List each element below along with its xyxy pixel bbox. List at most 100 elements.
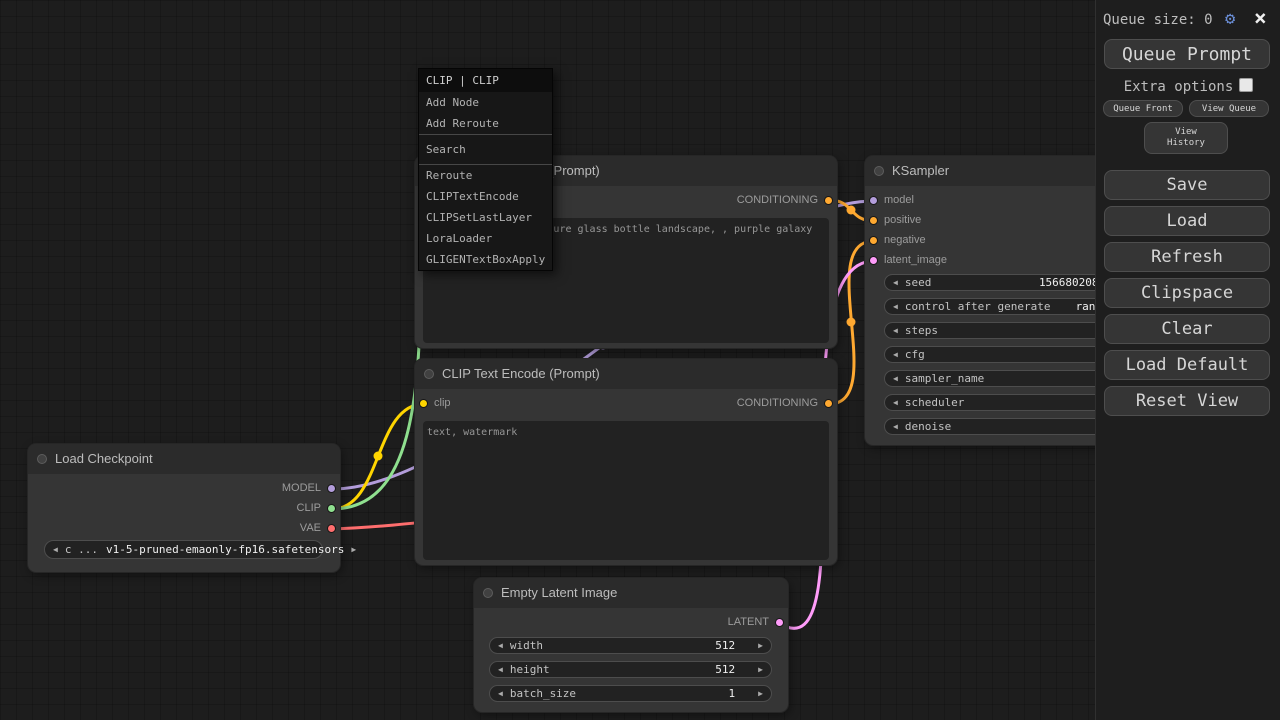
menu-item-add-node[interactable]: Add Node <box>419 92 552 113</box>
model-output-label: MODEL <box>282 481 321 495</box>
latent-output-label: LATENT <box>728 615 769 629</box>
decrement-arrow-icon[interactable] <box>498 661 503 678</box>
reset-view-button[interactable]: Reset View <box>1104 386 1270 416</box>
sampler-name-widget[interactable]: sampler_name <box>884 370 1126 387</box>
decrement-arrow-icon[interactable] <box>893 346 898 363</box>
menu-item-search[interactable]: Search <box>419 134 552 165</box>
latent-image-input-port[interactable] <box>869 256 878 265</box>
node-title-bar[interactable]: Empty Latent Image <box>474 578 788 608</box>
view-history-button[interactable]: View History <box>1144 122 1228 154</box>
negative-link-midpoint-dot[interactable] <box>847 318 856 327</box>
node-status-dot <box>483 588 493 598</box>
menu-item-loraloader[interactable]: LoraLoader <box>419 228 552 249</box>
widget-label: sampler_name <box>905 372 984 385</box>
widget-label: seed <box>905 276 932 289</box>
clip-input-port[interactable] <box>419 399 428 408</box>
queue-size-label: Queue size: 0 <box>1103 12 1213 28</box>
menu-item-add-reroute[interactable]: Add Reroute <box>419 113 552 134</box>
link-release-context-menu: CLIP | CLIP Add Node Add Reroute Search … <box>418 68 553 271</box>
clip-output-label: CLIP <box>297 501 321 515</box>
view-queue-button[interactable]: View Queue <box>1189 100 1269 117</box>
queue-front-button[interactable]: Queue Front <box>1103 100 1183 117</box>
menu-item-cliptextencode[interactable]: CLIPTextEncode <box>419 186 552 207</box>
clip-link-midpoint-dot[interactable] <box>374 452 383 461</box>
decrement-arrow-icon[interactable] <box>893 370 898 387</box>
menu-item-reroute[interactable]: Reroute <box>419 165 552 186</box>
widget-value[interactable]: 1 <box>729 687 736 700</box>
height-widget[interactable]: height 512 <box>489 661 772 678</box>
widget-label: control after generate <box>905 300 1051 313</box>
decrement-arrow-icon[interactable] <box>893 322 898 339</box>
node-empty-latent-image[interactable]: Empty Latent Image LATENT width 512 heig… <box>474 578 788 712</box>
negative-input-port[interactable] <box>869 236 878 245</box>
widget-value[interactable]: 512 <box>715 639 735 652</box>
menu-item-gligentextboxapply[interactable]: GLIGENTextBoxApply <box>419 249 552 270</box>
conditioning-output-label: CONDITIONING <box>737 193 818 207</box>
previous-option-arrow-icon[interactable] <box>53 541 58 558</box>
denoise-widget[interactable]: denoise <box>884 418 1126 435</box>
graph-canvas[interactable]: CLIP Text Encode (Prompt) clip CONDITION… <box>0 0 1280 720</box>
node-title: Empty Latent Image <box>501 585 617 600</box>
widget-value[interactable]: 512 <box>715 663 735 676</box>
conditioning-output-label: CONDITIONING <box>737 396 818 410</box>
queue-prompt-button[interactable]: Queue Prompt <box>1104 39 1270 69</box>
widget-label: scheduler <box>905 396 965 409</box>
decrement-arrow-icon[interactable] <box>498 637 503 654</box>
steps-widget[interactable]: steps <box>884 322 1126 339</box>
clip-output-port[interactable] <box>327 504 336 513</box>
batch-size-widget[interactable]: batch_size 1 <box>489 685 772 702</box>
node-title-bar[interactable]: Load Checkpoint <box>28 444 340 474</box>
ckpt-name-widget[interactable]: c ... v1-5-pruned-emaonly-fp16.safetenso… <box>44 540 323 559</box>
node-body: clip CONDITIONING text, watermark <box>415 389 837 565</box>
comfy-menu-panel: Queue size: 0 ⚙ × Queue Prompt Extra opt… <box>1095 0 1280 720</box>
widget-label: width <box>510 639 543 652</box>
decrement-arrow-icon[interactable] <box>498 685 503 702</box>
node-clip-text-encode-negative[interactable]: CLIP Text Encode (Prompt) clip CONDITION… <box>415 359 837 565</box>
model-input-label: model <box>884 193 914 207</box>
conditioning-output-port[interactable] <box>824 399 833 408</box>
scheduler-widget[interactable]: scheduler <box>884 394 1126 411</box>
node-body: MODEL CLIP VAE c ... v1-5-pruned-emaonly… <box>28 474 340 572</box>
node-status-dot <box>874 166 884 176</box>
model-output-port[interactable] <box>327 484 336 493</box>
clear-button[interactable]: Clear <box>1104 314 1270 344</box>
widget-label: batch_size <box>510 687 576 700</box>
menu-item-clipsetlastlayer[interactable]: CLIPSetLastLayer <box>419 207 552 228</box>
widget-value[interactable]: v1-5-pruned-emaonly-fp16.safetensors <box>106 543 344 556</box>
refresh-button[interactable]: Refresh <box>1104 242 1270 272</box>
conditioning-output-port[interactable] <box>824 196 833 205</box>
decrement-arrow-icon[interactable] <box>893 298 898 315</box>
settings-gear-icon[interactable]: ⚙ <box>1225 9 1235 29</box>
increment-arrow-icon[interactable] <box>758 661 763 678</box>
width-widget[interactable]: width 512 <box>489 637 772 654</box>
decrement-arrow-icon[interactable] <box>893 418 898 435</box>
clipspace-button[interactable]: Clipspace <box>1104 278 1270 308</box>
positive-input-port[interactable] <box>869 216 878 225</box>
load-button[interactable]: Load <box>1104 206 1270 236</box>
extra-options-checkbox[interactable] <box>1239 78 1253 92</box>
increment-arrow-icon[interactable] <box>758 637 763 654</box>
save-button[interactable]: Save <box>1104 170 1270 200</box>
control-after-generate-widget[interactable]: control after generate randomize <box>884 298 1126 315</box>
widget-label: c ... <box>65 543 98 556</box>
cfg-widget[interactable]: cfg <box>884 346 1126 363</box>
increment-arrow-icon[interactable] <box>758 685 763 702</box>
vae-output-port[interactable] <box>327 524 336 533</box>
node-load-checkpoint[interactable]: Load Checkpoint MODEL CLIP VAE c ... v1-… <box>28 444 340 572</box>
decrement-arrow-icon[interactable] <box>893 394 898 411</box>
close-icon[interactable]: × <box>1254 6 1267 30</box>
load-default-button[interactable]: Load Default <box>1104 350 1270 380</box>
positive-link-midpoint-dot[interactable] <box>847 206 856 215</box>
widget-label: steps <box>905 324 938 337</box>
positive-input-label: positive <box>884 213 921 227</box>
model-input-port[interactable] <box>869 196 878 205</box>
latent-output-port[interactable] <box>775 618 784 627</box>
decrement-arrow-icon[interactable] <box>893 274 898 291</box>
seed-widget[interactable]: seed 1566802087 <box>884 274 1126 291</box>
extra-options-label: Extra options <box>1124 79 1234 95</box>
negative-prompt-textarea[interactable]: text, watermark <box>423 421 829 560</box>
next-option-arrow-icon[interactable] <box>351 541 356 558</box>
widget-label: cfg <box>905 348 925 361</box>
node-body: LATENT width 512 height 512 batch_size 1 <box>474 608 788 712</box>
node-title-bar[interactable]: CLIP Text Encode (Prompt) <box>415 359 837 389</box>
